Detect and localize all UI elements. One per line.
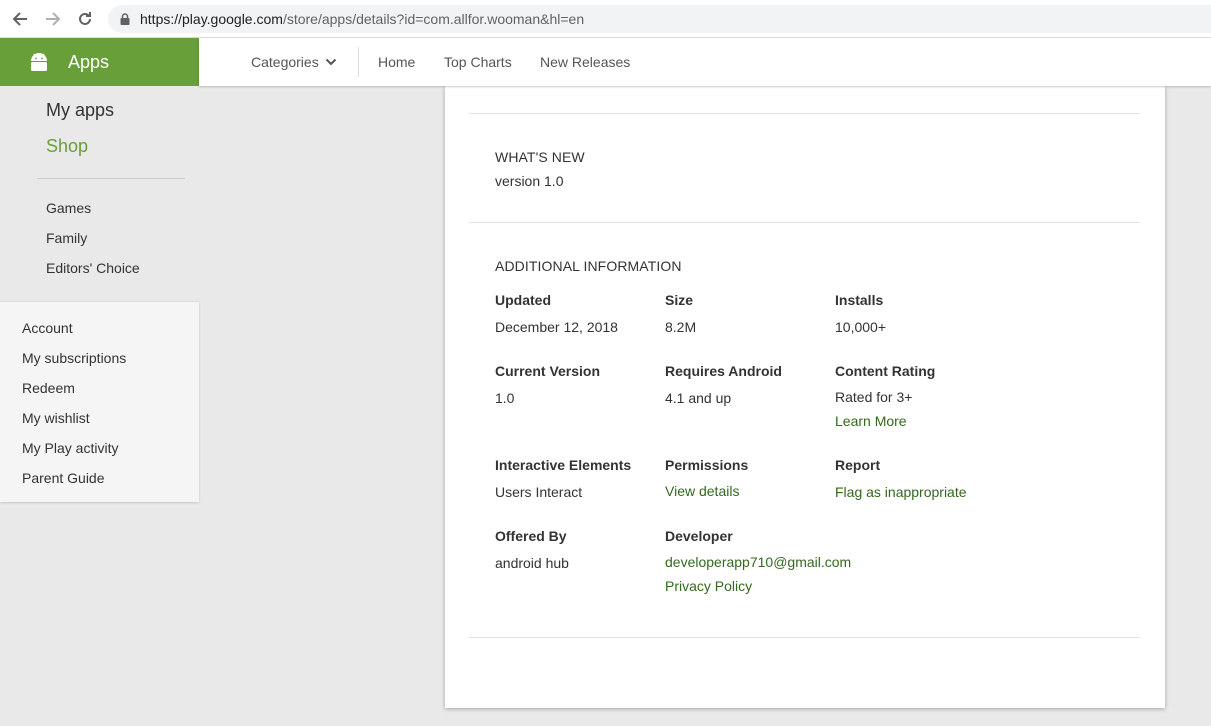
additional-info-heading: ADDITIONAL INFORMATION xyxy=(495,258,682,274)
current-version-value: 1.0 xyxy=(495,390,515,406)
requires-android-value: 4.1 and up xyxy=(665,390,732,406)
sidebar-item-account[interactable]: Account xyxy=(22,320,73,336)
reload-button[interactable] xyxy=(75,9,95,29)
content-rating-value: Rated for 3+ xyxy=(835,389,913,405)
android-icon xyxy=(31,53,47,71)
learn-more-link[interactable]: Learn More xyxy=(835,413,907,429)
url-text: https://play.google.com/store/apps/detai… xyxy=(140,11,584,27)
reload-icon xyxy=(79,12,91,25)
view-details-link[interactable]: View details xyxy=(665,483,739,499)
nav-divider xyxy=(358,47,359,77)
url-domain: https://play.google.com xyxy=(140,11,283,27)
privacy-policy-link[interactable]: Privacy Policy xyxy=(665,578,752,594)
back-arrow-icon xyxy=(12,12,27,26)
sidebar-item-parent-guide[interactable]: Parent Guide xyxy=(22,470,105,486)
interactive-elements-label: Interactive Elements xyxy=(495,457,632,473)
section-divider xyxy=(469,222,1140,223)
interactive-elements-value: Users Interact xyxy=(495,484,583,500)
sidebar-item-my-apps[interactable]: My apps xyxy=(46,100,114,121)
whats-new-text: version 1.0 xyxy=(495,173,564,189)
sidebar-item-editors-choice[interactable]: Editors' Choice xyxy=(46,260,140,276)
sidebar-item-games[interactable]: Games xyxy=(46,200,91,216)
offered-by-value: android hub xyxy=(495,555,569,571)
sidebar-account: Account My subscriptions Redeem My wishl… xyxy=(0,301,199,502)
updated-label: Updated xyxy=(495,292,551,308)
size-label: Size xyxy=(665,292,694,308)
chevron-down-icon xyxy=(325,58,336,66)
sidebar-item-shop[interactable]: Shop xyxy=(46,136,88,157)
flag-inappropriate-link[interactable]: Flag as inappropriate xyxy=(835,484,967,500)
sidebar-item-family[interactable]: Family xyxy=(46,230,87,246)
categories-menu[interactable]: Categories xyxy=(251,54,337,70)
offered-by-label: Offered By xyxy=(495,528,567,544)
apps-header[interactable]: Apps xyxy=(0,38,199,86)
forward-button[interactable] xyxy=(43,9,63,29)
sidebar-divider xyxy=(37,178,185,179)
developer-label: Developer xyxy=(665,528,733,544)
browser-toolbar: https://play.google.com/store/apps/detai… xyxy=(0,0,1211,38)
installs-label: Installs xyxy=(835,292,884,308)
content-rating-label: Content Rating xyxy=(835,363,936,379)
nav-home[interactable]: Home xyxy=(378,54,415,70)
address-bar[interactable]: https://play.google.com/store/apps/detai… xyxy=(108,5,1211,33)
app-details-card: WHAT'S NEW version 1.0 ADDITIONAL INFORM… xyxy=(445,86,1165,708)
sidebar-item-my-play-activity[interactable]: My Play activity xyxy=(22,440,118,456)
section-divider xyxy=(469,637,1140,638)
section-divider xyxy=(469,113,1140,114)
whats-new-heading: WHAT'S NEW xyxy=(495,149,585,165)
sidebar-item-my-wishlist[interactable]: My wishlist xyxy=(22,410,90,426)
requires-android-label: Requires Android xyxy=(665,363,782,379)
forward-arrow-icon xyxy=(46,12,61,26)
lock-icon xyxy=(120,13,130,25)
updated-value: December 12, 2018 xyxy=(495,319,618,335)
sidebar-primary: My apps Shop Games Family Editors' Choic… xyxy=(0,86,199,300)
sidebar-item-my-subscriptions[interactable]: My subscriptions xyxy=(22,350,126,366)
categories-label: Categories xyxy=(251,54,319,70)
size-value: 8.2M xyxy=(665,319,697,335)
permissions-label: Permissions xyxy=(665,457,749,473)
current-version-label: Current Version xyxy=(495,363,601,379)
back-button[interactable] xyxy=(10,9,30,29)
installs-value: 10,000+ xyxy=(835,319,886,335)
url-path: /store/apps/details?id=com.allfor.wooman… xyxy=(282,11,585,27)
apps-title: Apps xyxy=(68,51,110,72)
nav-new-releases[interactable]: New Releases xyxy=(540,54,630,70)
developer-email-link[interactable]: developerapp710@gmail.com xyxy=(665,554,851,570)
report-label: Report xyxy=(835,457,881,473)
nav-top-charts[interactable]: Top Charts xyxy=(444,54,512,70)
top-nav: Categories Home Top Charts New Releases xyxy=(199,38,1211,86)
sidebar-item-redeem[interactable]: Redeem xyxy=(22,380,75,396)
